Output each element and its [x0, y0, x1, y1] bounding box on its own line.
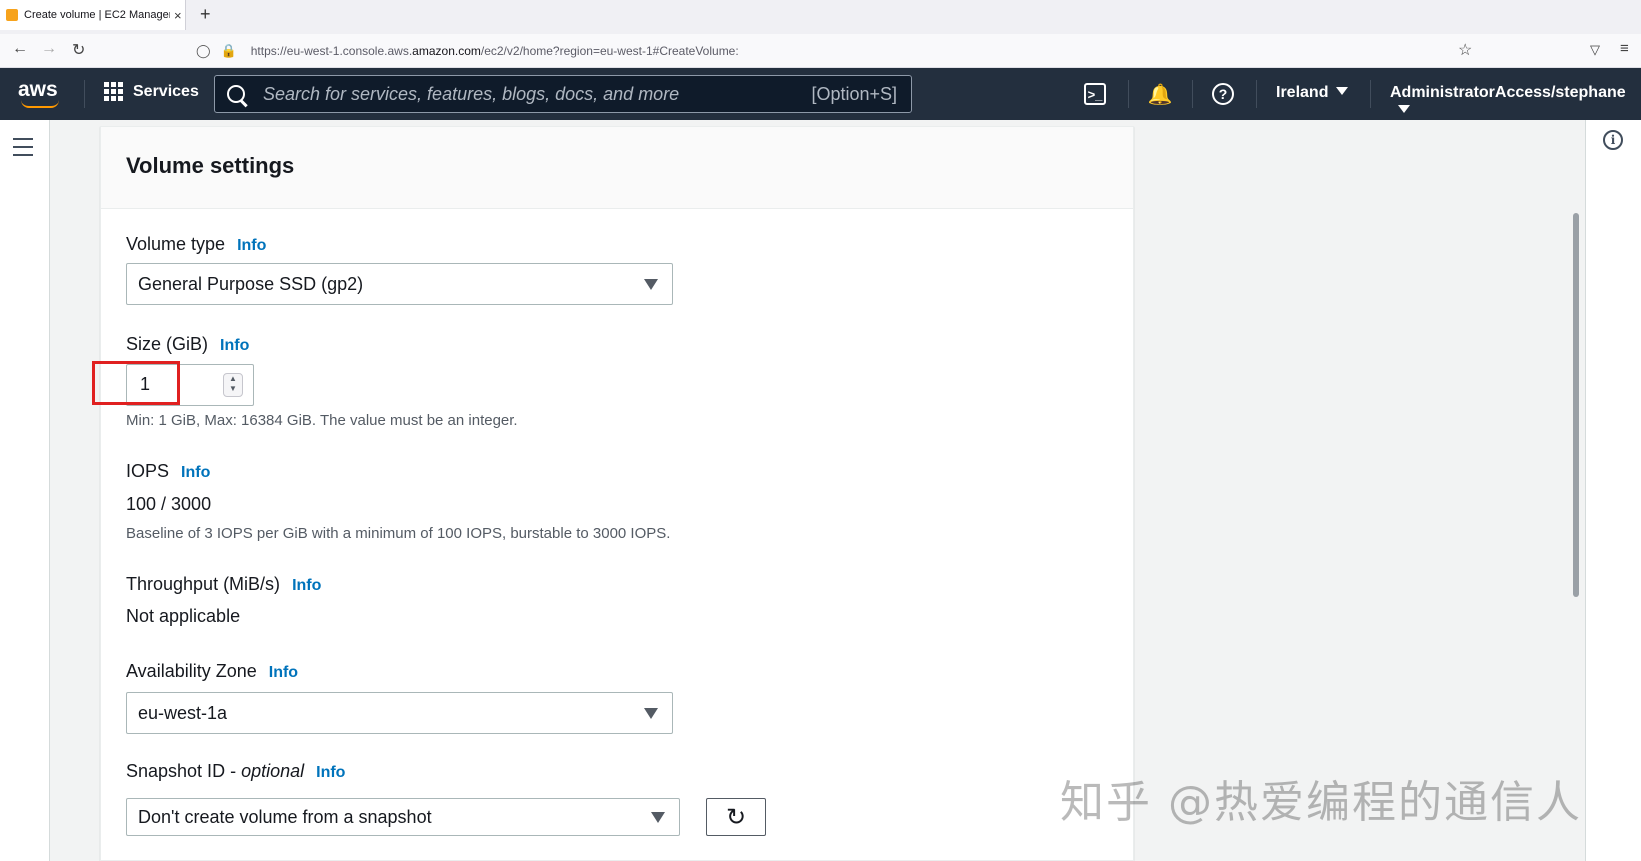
- browser-menu-icon[interactable]: ≡: [1620, 40, 1629, 57]
- hamburger-menu-icon[interactable]: [13, 138, 33, 162]
- browser-tab-bar: Create volume | EC2 Manageme × +: [0, 0, 1641, 34]
- help-panel-rail: i: [1585, 120, 1641, 861]
- browser-nav-bar: ← → ↻ ◯ 🔒 https://eu-west-1.console.aws.…: [0, 34, 1641, 68]
- search-shortcut-hint: [Option+S]: [811, 83, 897, 104]
- lock-icon[interactable]: 🔒: [221, 43, 237, 59]
- iops-info-link[interactable]: Info: [181, 464, 210, 481]
- size-label: Size (GiB) Info: [126, 334, 250, 354]
- availability-zone-value: eu-west-1a: [138, 702, 228, 723]
- iops-value: 100 / 3000: [126, 494, 212, 514]
- bookmark-star-icon[interactable]: ☆: [1458, 40, 1472, 60]
- panel-header: Volume settings: [101, 127, 1133, 209]
- new-tab-button[interactable]: +: [200, 4, 211, 25]
- size-stepper-icon[interactable]: ▲ ▼: [223, 373, 243, 397]
- volume-type-select[interactable]: General Purpose SSD (gp2): [126, 263, 673, 305]
- aws-logo[interactable]: aws: [18, 78, 62, 108]
- shield-icon[interactable]: ◯: [196, 43, 211, 59]
- snapshot-info-link[interactable]: Info: [316, 764, 345, 781]
- forward-arrow-icon[interactable]: →: [41, 40, 57, 58]
- size-hint: Min: 1 GiB, Max: 16384 GiB. The value mu…: [126, 412, 518, 429]
- services-label: Services: [133, 82, 199, 100]
- size-info-link[interactable]: Info: [220, 337, 249, 354]
- aws-top-nav: aws Services Search for services, featur…: [0, 68, 1641, 120]
- panel-title: Volume settings: [126, 153, 295, 178]
- side-navigation-rail: [0, 120, 50, 861]
- iops-label: IOPS Info: [126, 461, 211, 481]
- volume-type-info-link[interactable]: Info: [237, 237, 266, 254]
- snapshot-value: Don't create volume from a snapshot: [138, 806, 432, 827]
- refresh-snapshots-button[interactable]: ↻: [706, 798, 766, 836]
- nav-divider: [1256, 80, 1257, 108]
- browser-tab[interactable]: Create volume | EC2 Manageme ×: [0, 0, 186, 30]
- back-arrow-icon[interactable]: ←: [12, 40, 28, 58]
- services-menu-button[interactable]: Services: [104, 82, 199, 101]
- throughput-label: Throughput (MiB/s) Info: [126, 574, 322, 594]
- highlight-box: [92, 361, 180, 405]
- help-icon[interactable]: ?: [1212, 83, 1234, 105]
- region-selector[interactable]: Ireland: [1276, 84, 1349, 102]
- caret-down-icon: [644, 279, 658, 290]
- caret-down-icon: [1336, 87, 1349, 95]
- address-bar[interactable]: ◯ 🔒 https://eu-west-1.console.aws.amazon…: [196, 37, 1486, 65]
- nav-divider: [1128, 80, 1129, 108]
- nav-divider: [1192, 80, 1193, 108]
- tab-title: Create volume | EC2 Manageme: [24, 9, 170, 21]
- watermark-text: 知乎 @热爱编程的通信人: [1060, 777, 1582, 828]
- caret-down-icon: [644, 708, 658, 719]
- availability-zone-label: Availability Zone Info: [126, 661, 299, 681]
- caret-down-icon: [1398, 105, 1410, 113]
- search-input[interactable]: Search for services, features, blogs, do…: [214, 75, 912, 113]
- throughput-value: Not applicable: [126, 606, 241, 626]
- page-scrollbar[interactable]: [1573, 213, 1579, 597]
- volume-type-value: General Purpose SSD (gp2): [138, 273, 364, 294]
- snapshot-label: Snapshot ID - optional Info: [126, 761, 346, 781]
- caret-down-icon: [651, 812, 665, 823]
- url-text: https://eu-west-1.console.aws.amazon.com…: [250, 44, 739, 58]
- grid-icon: [104, 82, 123, 101]
- volume-type-label: Volume type Info: [126, 234, 267, 254]
- refresh-icon: ↻: [725, 803, 747, 831]
- notifications-bell-icon[interactable]: 🔔: [1148, 82, 1173, 106]
- reload-icon[interactable]: ↻: [72, 40, 85, 60]
- iops-hint: Baseline of 3 IOPS per GiB with a minimu…: [126, 525, 671, 542]
- aws-smile-icon: [21, 100, 59, 108]
- nav-divider: [84, 80, 85, 108]
- throughput-info-link[interactable]: Info: [292, 577, 321, 594]
- aws-favicon-icon: [6, 9, 18, 21]
- search-icon: [227, 85, 245, 103]
- availability-zone-info-link[interactable]: Info: [269, 664, 298, 681]
- cloudshell-icon[interactable]: >_: [1084, 83, 1106, 105]
- search-placeholder: Search for services, features, blogs, do…: [263, 83, 680, 104]
- snapshot-select[interactable]: Don't create volume from a snapshot: [126, 798, 680, 836]
- nav-divider: [1370, 80, 1371, 108]
- pocket-icon[interactable]: ▽: [1590, 42, 1600, 58]
- info-panel-icon[interactable]: i: [1603, 130, 1623, 150]
- account-menu[interactable]: AdministratorAccess/stephane: [1390, 84, 1641, 120]
- availability-zone-select[interactable]: eu-west-1a: [126, 692, 673, 734]
- tab-close-icon[interactable]: ×: [174, 8, 182, 23]
